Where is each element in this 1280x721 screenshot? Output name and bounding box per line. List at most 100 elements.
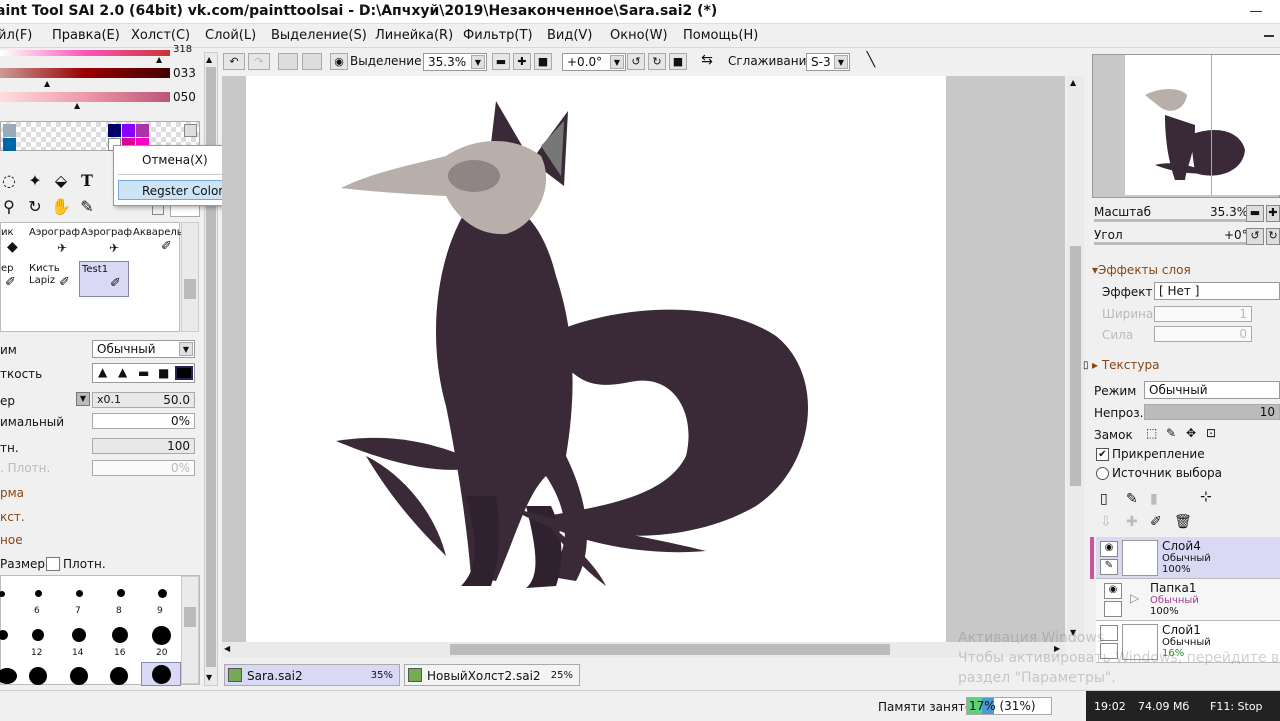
zoom-icon[interactable]: ⚲ xyxy=(0,196,20,218)
merge-down-icon[interactable]: ⇩ xyxy=(1100,514,1112,530)
magic-wand-icon[interactable]: ✦ xyxy=(24,170,46,192)
panel-splitter[interactable]: ▯ xyxy=(1083,360,1089,380)
brush-watercolor[interactable]: Акварель ✐ xyxy=(131,225,183,261)
lasso-icon[interactable]: ◌ xyxy=(0,170,20,192)
new-vector-layer-icon[interactable]: ✎ xyxy=(1126,491,1138,507)
menu-canvas[interactable]: Холст(C) xyxy=(131,28,190,43)
brush-size-dot[interactable] xyxy=(35,590,42,597)
layer-effects-header[interactable]: ▾Эффекты слоя xyxy=(1092,263,1191,277)
eye-icon[interactable]: ◉ xyxy=(330,53,348,70)
menu-selection[interactable]: Выделение(S) xyxy=(271,28,367,43)
smoothing-select[interactable]: S-3 ▼ xyxy=(806,53,850,71)
brush-size-dot[interactable] xyxy=(29,667,47,685)
effect-strength-slider[interactable]: 0 xyxy=(1154,326,1252,342)
nav-rotate-right-icon[interactable]: ↻ xyxy=(1266,228,1280,245)
scroll-up-icon[interactable]: ▲ xyxy=(1070,78,1076,87)
scroll-down-icon[interactable]: ▼ xyxy=(206,673,212,682)
nav-zoom-out-icon[interactable]: ▬ xyxy=(1246,205,1264,222)
slider-thumb-icon[interactable]: ▲ xyxy=(156,55,162,64)
menu-help[interactable]: Помощь(H) xyxy=(683,28,758,43)
nav-rotate-icon[interactable]: ↺ xyxy=(1246,228,1264,245)
scrollbar-thumb[interactable] xyxy=(450,644,890,655)
menu-window[interactable]: Окно(W) xyxy=(610,28,668,43)
brush-size-dot[interactable] xyxy=(158,589,167,598)
nav-zoom-in-icon[interactable]: ✚ xyxy=(1266,205,1280,222)
status-stop[interactable]: F11: Stop xyxy=(1210,700,1263,713)
size-mult-chevron-icon[interactable]: ▼ xyxy=(76,392,90,406)
scrollbar-thumb[interactable] xyxy=(1070,246,1081,486)
trash-icon[interactable]: 🗑 xyxy=(1174,514,1192,530)
lock-move-icon[interactable]: ✥ xyxy=(1186,426,1196,440)
tab-new-canvas[interactable]: НовыйХолст2.sai2 25% xyxy=(404,664,580,686)
shape-section[interactable]: рма xyxy=(0,486,24,500)
hardness-hardest-icon[interactable] xyxy=(175,366,193,380)
navigator-preview[interactable] xyxy=(1092,54,1280,198)
layer-tools-icon[interactable]: ⊹ xyxy=(1200,489,1212,505)
new-layer-icon[interactable]: ▯ xyxy=(1100,491,1108,507)
color-slider-value[interactable] xyxy=(0,92,170,102)
rotate-icon[interactable]: ↻ xyxy=(24,196,46,218)
swatch[interactable] xyxy=(3,138,16,151)
brush-test1[interactable]: Test1 ✐ xyxy=(79,261,129,297)
swatch[interactable] xyxy=(184,124,197,137)
zoom-select[interactable]: 35.3% ▼ xyxy=(423,53,487,71)
nav-angle-slider[interactable] xyxy=(1094,242,1246,245)
brush-size-dot[interactable] xyxy=(117,589,125,597)
brush-size-dot[interactable] xyxy=(76,590,83,597)
lock-transparency-icon[interactable]: ⬚ xyxy=(1146,426,1157,440)
min-density-slider[interactable]: 0% xyxy=(92,460,195,476)
lock-paint-icon[interactable]: ✎ xyxy=(1166,426,1176,440)
opacity-slider[interactable]: 10 xyxy=(1144,404,1280,420)
deselect-icon[interactable] xyxy=(278,53,298,70)
brush-airbrush-1[interactable]: Аэрограф ✈ xyxy=(27,225,80,261)
hardness-hard-icon[interactable]: ▬ xyxy=(138,366,149,380)
zoom-reset-icon[interactable]: ■ xyxy=(534,53,552,70)
menu-edit[interactable]: Правка(E) xyxy=(52,28,120,43)
zoom-out-icon[interactable]: ▬ xyxy=(492,53,510,70)
layer-lock-slot[interactable] xyxy=(1104,601,1122,617)
brush-size-dot[interactable] xyxy=(152,626,171,645)
texture-header[interactable]: ▸ Текстура xyxy=(1092,358,1159,372)
zoom-in-icon[interactable]: ✚ xyxy=(513,53,531,70)
color-slider-saturation[interactable] xyxy=(0,68,170,78)
invert-selection-icon[interactable] xyxy=(302,53,322,70)
hardness-medium-icon[interactable]: ▲ xyxy=(118,365,127,379)
brush-size-dot[interactable] xyxy=(0,591,5,597)
minimize-icon[interactable] xyxy=(1246,3,1266,21)
undo-icon[interactable]: ↶ xyxy=(223,53,245,70)
layer-item[interactable]: ◉ ✎ Слой4 Обычный 100% xyxy=(1090,537,1280,579)
canvas-hscroll[interactable]: ◀ ▶ xyxy=(222,642,1065,657)
layer-mode-select[interactable]: Обычный xyxy=(1144,381,1280,399)
line-tool-icon[interactable]: ╲ xyxy=(862,53,880,70)
size-slider[interactable]: x0.1 50.0 xyxy=(92,392,195,408)
effect-select[interactable]: [ Нет ] xyxy=(1154,282,1280,300)
eye-icon[interactable]: ◉ xyxy=(1104,583,1122,599)
eye-icon[interactable]: ◉ xyxy=(1100,541,1118,557)
nav-zoom-slider[interactable] xyxy=(1094,219,1246,222)
tab-sara[interactable]: Sara.sai2 35% xyxy=(224,664,400,686)
folder-expand-icon[interactable]: ▷ xyxy=(1130,591,1139,605)
density-slider[interactable]: 100 xyxy=(92,438,195,454)
menu-layer[interactable]: Слой(L) xyxy=(205,28,256,43)
eyedropper-icon[interactable]: ✎ xyxy=(76,196,98,218)
hand-icon[interactable]: ✋ xyxy=(50,196,72,218)
mode-select[interactable]: Обычный ▼ xyxy=(92,340,195,358)
swatch[interactable] xyxy=(136,124,149,137)
rotate-left-icon[interactable]: ↺ xyxy=(627,53,645,70)
scroll-left-icon[interactable]: ◀ xyxy=(224,644,230,653)
brush-size-selected[interactable] xyxy=(141,662,181,686)
scrollbar-thumb[interactable] xyxy=(184,279,196,299)
texture-section[interactable]: кст. xyxy=(0,510,25,524)
hardness-selector[interactable]: ▲ ▲ ▬ ■ xyxy=(92,363,195,383)
text-tool-icon[interactable]: T xyxy=(76,170,98,192)
copy-layer-icon[interactable]: ✚ xyxy=(1126,514,1138,530)
brush-airbrush-2[interactable]: Аэрограф ✈ xyxy=(79,225,132,261)
layer-folder[interactable]: ◉ ▷ Папка1 Обычный 100% xyxy=(1096,579,1280,621)
canvas-area[interactable] xyxy=(222,76,1065,642)
color-slider-top[interactable] xyxy=(0,50,170,56)
brush-lapiz[interactable]: Кисть Lapiz ✐ xyxy=(27,261,77,297)
brush-size-dot[interactable] xyxy=(0,630,8,640)
angle-select[interactable]: +0.0° ▼ xyxy=(562,53,626,71)
brush-size-dot[interactable] xyxy=(70,667,88,685)
scroll-up-icon[interactable]: ▲ xyxy=(206,55,212,64)
